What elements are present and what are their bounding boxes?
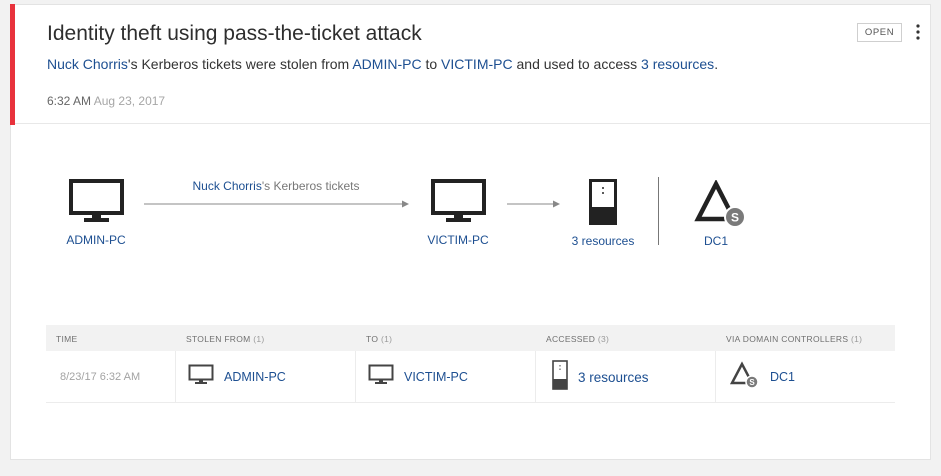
source-node-label[interactable]: ADMIN-PC [66,233,125,247]
alert-time: 6:32 AM [47,94,92,108]
monitor-icon [368,364,394,391]
alert-summary: Nuck Chorris's Kerberos tickets were sto… [47,56,718,72]
row-accessed-label[interactable]: 3 resources [578,370,649,385]
arrow-label: Nuck Chorris's Kerberos tickets [192,179,359,193]
header-to: TO (1) [366,334,393,344]
server-icon[interactable] [589,179,617,225]
arrow-label-text: 's Kerberos tickets [261,179,360,193]
diagram-divider [658,177,659,245]
resources-node-label[interactable]: 3 resources [572,234,635,248]
svg-text:S: S [731,211,739,225]
row-stolen-from[interactable]: ADMIN-PC [188,361,286,393]
cell-divider [175,351,176,403]
row-via-dc-label[interactable]: DC1 [770,370,795,384]
cell-divider [535,351,536,403]
cell-divider [715,351,716,403]
alert-date: Aug 23, 2017 [93,94,166,108]
row-to[interactable]: VICTIM-PC [368,361,468,393]
arrow-connector [507,200,560,208]
alert-timestamp: 6:32 AM Aug 23, 2017 [47,94,165,108]
table-header: TIME STOLEN FROM (1) TO (1) ACCESSED (3)… [46,325,895,351]
status-open-button[interactable]: OPEN [857,23,902,42]
severity-accent-bar [10,4,15,125]
table-row: 8/23/17 6:32 AM ADMIN-PC VICTIM-PC 3 res… [46,351,895,403]
user-link[interactable]: Nuck Chorris [47,56,128,72]
destination-node-label[interactable]: VICTIM-PC [427,233,488,247]
header-accessed: ACCESSED (3) [546,334,610,344]
destination-computer-link[interactable]: VICTIM-PC [441,56,513,72]
row-time: 8/23/17 6:32 AM [60,371,141,383]
summary-text: 's Kerberos tickets were stolen from [127,56,353,72]
destination-monitor-icon[interactable] [431,179,486,225]
server-icon [552,359,568,395]
domain-controller-icon[interactable]: S [694,180,748,228]
cell-divider [355,351,356,403]
domain-controller-icon: S [729,360,760,394]
summary-text: . [714,56,719,72]
alert-title: Identity theft using pass-the-ticket att… [47,22,422,45]
resources-link[interactable]: 3 resources [641,56,714,72]
row-accessed[interactable]: 3 resources [552,359,649,395]
summary-text: to [421,56,442,72]
source-monitor-icon[interactable] [69,179,124,225]
monitor-icon [188,364,214,391]
row-via-dc[interactable]: S DC1 [729,360,795,394]
header-time: TIME [56,334,78,344]
header-stolen-from: STOLEN FROM (1) [186,334,265,344]
header-via-domain-controllers: VIA DOMAIN CONTROLLERS (1) [726,334,863,344]
arrow-user-link[interactable]: Nuck Chorris [192,179,261,193]
more-options-icon[interactable] [912,22,924,42]
svg-text:S: S [749,378,755,387]
dc-node-label[interactable]: DC1 [704,234,728,248]
row-stolen-from-label[interactable]: ADMIN-PC [224,370,286,384]
alert-header: Identity theft using pass-the-ticket att… [10,4,930,125]
arrow-connector [144,200,409,208]
source-computer-link[interactable]: ADMIN-PC [352,56,421,72]
summary-text: and used to access [512,56,642,72]
row-to-label[interactable]: VICTIM-PC [404,370,468,384]
